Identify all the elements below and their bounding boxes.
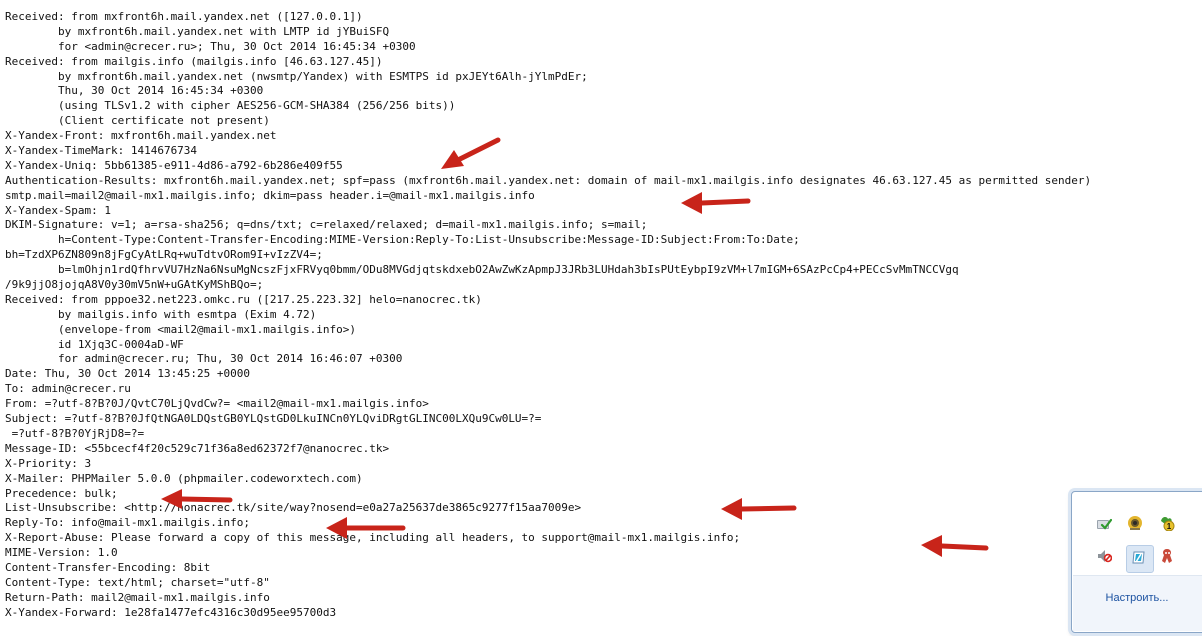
tray-footer: Настроить...: [1073, 575, 1202, 631]
header-line: Reply-To: info@mail-mx1.mailgis.info;: [5, 516, 251, 530]
header-line: X-Yandex-Uniq: 5bb61385-e911-4d86-a792-6…: [5, 158, 343, 172]
header-line: To: admin@crecer.ru: [5, 382, 131, 396]
message-source-viewer: Received: from mxfront6h.mail.yandex.net…: [0, 0, 1202, 636]
header-line: (Client certificate not present): [5, 114, 270, 128]
flag-selected-icon[interactable]: [1131, 550, 1147, 566]
header-line: by mailgis.info with esmtpa (Exim 4.72): [5, 307, 317, 321]
header-line: X-Priority: 3: [5, 456, 92, 470]
header-line: =?utf-8?B?0YjRjD8=?=: [5, 426, 145, 440]
configure-link[interactable]: Настроить...: [1073, 592, 1201, 604]
arrow-annotation-dkim: [681, 192, 751, 214]
email-header-text: Received: from mxfront6h.mail.yandex.net…: [5, 10, 1091, 621]
header-line: smtp.mail=mail2@mail-mx1.mailgis.info; d…: [5, 188, 535, 202]
virus-warning-icon[interactable]: [1159, 548, 1175, 564]
header-line: bh=TzdXP6ZN809n8jFgCyAtLRq+wuTdtvORom9I+…: [5, 248, 323, 262]
update-badge-icon[interactable]: 1: [1159, 515, 1175, 531]
header-line: X-Yandex-Forward: 1e28fa1477efc4316c30d9…: [5, 605, 337, 619]
header-line: Received: from pppoe32.net223.omkc.ru ([…: [5, 292, 482, 306]
header-line: by mxfront6h.mail.yandex.net with LMTP i…: [5, 24, 390, 38]
update-badge-count: 1: [1167, 522, 1172, 531]
arrow-annotation-report-abuse: [921, 535, 989, 557]
header-line: Received: from mailgis.info (mailgis.inf…: [5, 54, 383, 68]
header-line: (envelope-from <mail2@mail-mx1.mailgis.i…: [5, 322, 356, 336]
arrow-annotation-unsubscribe: [721, 498, 797, 520]
header-line: for <admin@crecer.ru>; Thu, 30 Oct 2014 …: [5, 39, 416, 53]
header-line: Message-ID: <55bcecf4f20c529c71f36a8ed62…: [5, 441, 390, 455]
arrow-annotation-precedence: [161, 489, 233, 509]
header-line: X-Mailer: PHPMailer 5.0.0 (phpmailer.cod…: [5, 471, 363, 485]
header-line: Content-Transfer-Encoding: 8bit: [5, 560, 211, 574]
header-line: for admin@crecer.ru; Thu, 30 Oct 2014 16…: [5, 352, 403, 366]
speaker-muted-icon[interactable]: [1096, 548, 1112, 564]
header-line: /9k9jjO8jojqA8V0y30mV5nW+uGAtKyMShBQo=;: [5, 278, 264, 292]
header-line: From: =?utf-8?B?0J/QvtC70LjQvdCw?= <mail…: [5, 397, 429, 411]
notification-area-popup: 1 Настроить...: [1071, 491, 1202, 633]
header-line: Date: Thu, 30 Oct 2014 13:45:25 +0000: [5, 367, 251, 381]
header-line: id 1Xjq3C-0004aD-WF: [5, 337, 184, 351]
header-line: Return-Path: mail2@mail-mx1.mailgis.info: [5, 590, 270, 604]
header-line: X-Yandex-TimeMark: 1414676734: [5, 144, 198, 158]
webcam-icon[interactable]: [1127, 515, 1143, 531]
header-line: X-Yandex-Spam: 1: [5, 203, 111, 217]
header-line: Authentication-Results: mxfront6h.mail.y…: [5, 173, 1092, 187]
header-line: (using TLSv1.2 with cipher AES256-GCM-SH…: [5, 99, 456, 113]
arrow-annotation-reply-to: [326, 517, 406, 539]
arrow-annotation-uniq: [441, 137, 501, 169]
header-line: b=lmOhjn1rdQfhrvVU7HzNa6NsuMgNcszFjxFRVy…: [5, 263, 959, 277]
header-line: by mxfront6h.mail.yandex.net (nwsmtp/Yan…: [5, 69, 588, 83]
header-line: h=Content-Type:Content-Transfer-Encoding…: [5, 233, 800, 247]
header-line: X-Yandex-Front: mxfront6h.mail.yandex.ne…: [5, 129, 277, 143]
header-line: Received: from mxfront6h.mail.yandex.net…: [5, 10, 363, 23]
shield-check-icon[interactable]: [1096, 516, 1112, 532]
header-line: Content-Type: text/html; charset="utf-8": [5, 575, 270, 589]
header-line: Subject: =?utf-8?B?0JfQtNGA0LDQstGB0YLQs…: [5, 412, 542, 426]
header-line: DKIM-Signature: v=1; a=rsa-sha256; q=dns…: [5, 218, 648, 232]
header-line: Thu, 30 Oct 2014 16:45:34 +0300: [5, 84, 264, 98]
